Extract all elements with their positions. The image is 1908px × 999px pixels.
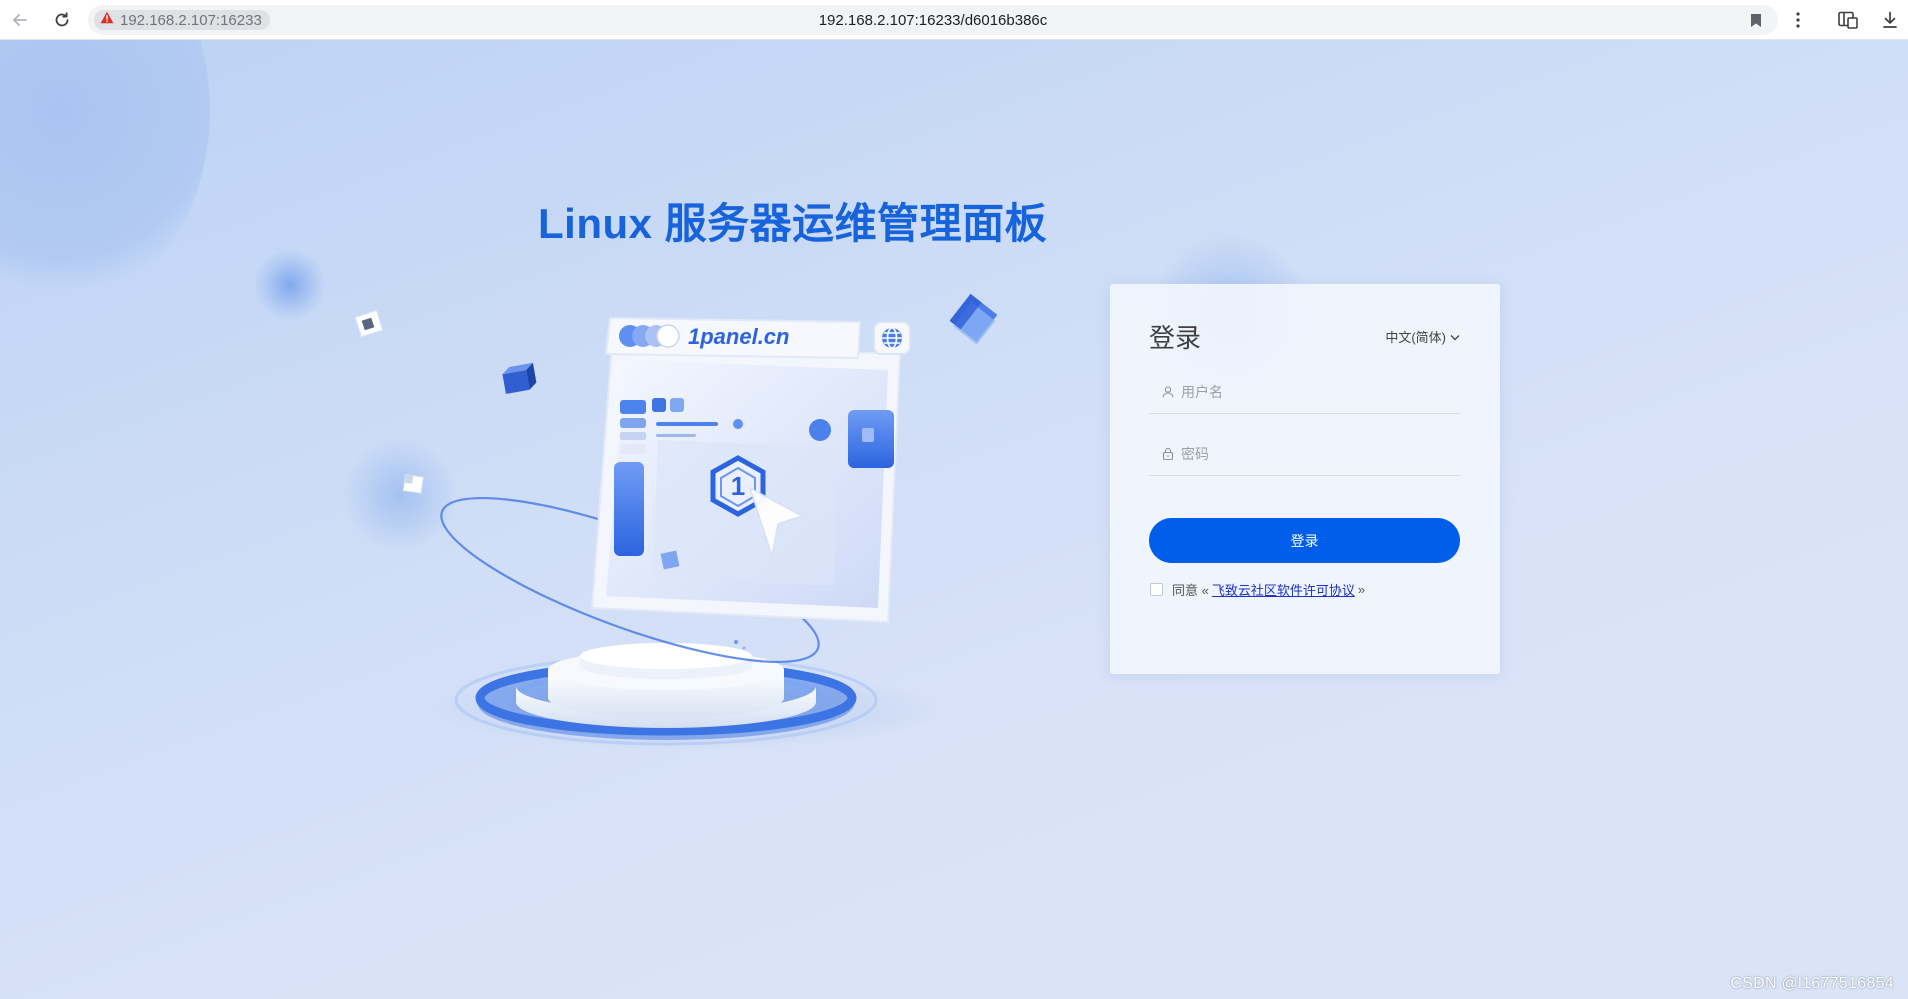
browser-toolbar: 192.168.2.107:16233 192.168.2.107:16233/… xyxy=(0,0,1908,40)
background-circle xyxy=(0,40,210,310)
url-text: 192.168.2.107:16233/d6016b386c xyxy=(818,12,1048,29)
reload-icon[interactable] xyxy=(50,8,74,32)
login-button[interactable]: 登录 xyxy=(1149,518,1460,563)
login-card: 登录 中文(简体) 登录 同意 « 飞致云社区软件许可协议 » xyxy=(1110,284,1500,674)
background-blur-orb xyxy=(255,250,325,320)
download-icon[interactable] xyxy=(1880,10,1900,30)
user-icon xyxy=(1161,385,1175,399)
agreement-checkbox[interactable] xyxy=(1150,583,1163,596)
password-field[interactable] xyxy=(1149,432,1460,476)
username-field[interactable] xyxy=(1149,370,1460,414)
hero-illustration: 1 1panel.cn xyxy=(354,293,998,750)
license-agreement-link[interactable]: 飞致云社区软件许可协议 xyxy=(1212,580,1355,599)
agreement-suffix: » xyxy=(1357,582,1366,597)
login-title: 登录 xyxy=(1149,323,1202,353)
back-arrow-icon[interactable] xyxy=(8,8,32,32)
username-input[interactable] xyxy=(1181,383,1451,400)
language-select[interactable]: 中文(简体) xyxy=(1385,327,1460,346)
login-page: Linux 服务器运维管理面板 1 1panel.cn 登录 中文(简体) 用户… xyxy=(0,40,1908,999)
illustration-brand-text: 1panel.cn xyxy=(688,324,789,349)
language-select-value: 中文(简体) xyxy=(1385,330,1446,345)
bookmark-icon[interactable] xyxy=(1750,13,1762,33)
watermark: CSDN @l1677516854 xyxy=(1730,975,1894,992)
chevron-down-icon xyxy=(1450,329,1460,344)
password-input[interactable] xyxy=(1181,445,1451,462)
address-bar[interactable]: 192.168.2.107:16233 192.168.2.107:16233/… xyxy=(88,5,1778,35)
split-view-icon[interactable] xyxy=(1838,10,1858,30)
agreement-prefix: 同意 « xyxy=(1172,583,1209,598)
agreement-row: 同意 « 飞致云社区软件许可协议 » xyxy=(1150,580,1365,599)
svg-text:1: 1 xyxy=(731,471,745,501)
lock-icon xyxy=(1161,447,1175,461)
page-headline: Linux 服务器运维管理面板 xyxy=(538,200,1048,247)
more-menu-icon[interactable] xyxy=(1788,10,1808,30)
